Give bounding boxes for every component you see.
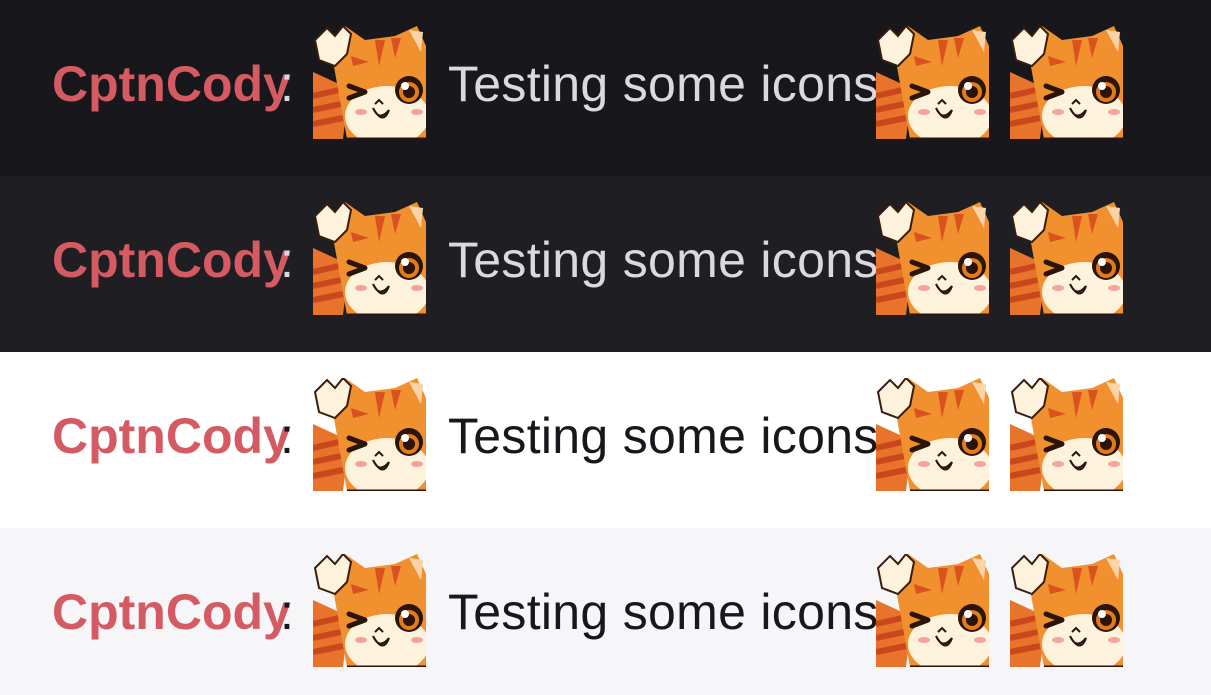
chat-message-row: CptnCody : Testing some icons bbox=[0, 528, 1211, 695]
chat-message-text: Testing some icons bbox=[448, 232, 879, 288]
waving-cat-emote-icon[interactable] bbox=[876, 378, 989, 491]
waving-cat-emote-icon[interactable] bbox=[1010, 202, 1123, 315]
chat-separator: : bbox=[280, 56, 294, 112]
chat-separator: : bbox=[280, 408, 294, 464]
chat-message-row: CptnCody : Testing some icons bbox=[0, 0, 1211, 176]
chat-list: CptnCody : Testing some icons CptnCody :… bbox=[0, 0, 1211, 695]
waving-cat-emote-icon[interactable] bbox=[876, 554, 989, 667]
waving-cat-emote-icon[interactable] bbox=[313, 554, 426, 667]
chat-username[interactable]: CptnCody bbox=[52, 584, 291, 640]
waving-cat-emote-icon[interactable] bbox=[876, 26, 989, 139]
waving-cat-emote-icon[interactable] bbox=[1010, 26, 1123, 139]
chat-username[interactable]: CptnCody bbox=[52, 232, 291, 288]
chat-username[interactable]: CptnCody bbox=[52, 56, 291, 112]
chat-separator: : bbox=[280, 232, 294, 288]
waving-cat-emote-icon[interactable] bbox=[313, 202, 426, 315]
chat-message-text: Testing some icons bbox=[448, 584, 879, 640]
chat-message-row: CptnCody : Testing some icons bbox=[0, 352, 1211, 528]
waving-cat-emote-icon[interactable] bbox=[313, 378, 426, 491]
chat-message-row: CptnCody : Testing some icons bbox=[0, 176, 1211, 352]
waving-cat-emote-icon[interactable] bbox=[1010, 378, 1123, 491]
waving-cat-emote-icon[interactable] bbox=[876, 202, 989, 315]
chat-username[interactable]: CptnCody bbox=[52, 408, 291, 464]
chat-message-text: Testing some icons bbox=[448, 56, 879, 112]
chat-separator: : bbox=[280, 584, 294, 640]
waving-cat-emote-icon[interactable] bbox=[313, 26, 426, 139]
chat-message-text: Testing some icons bbox=[448, 408, 879, 464]
waving-cat-emote-icon[interactable] bbox=[1010, 554, 1123, 667]
